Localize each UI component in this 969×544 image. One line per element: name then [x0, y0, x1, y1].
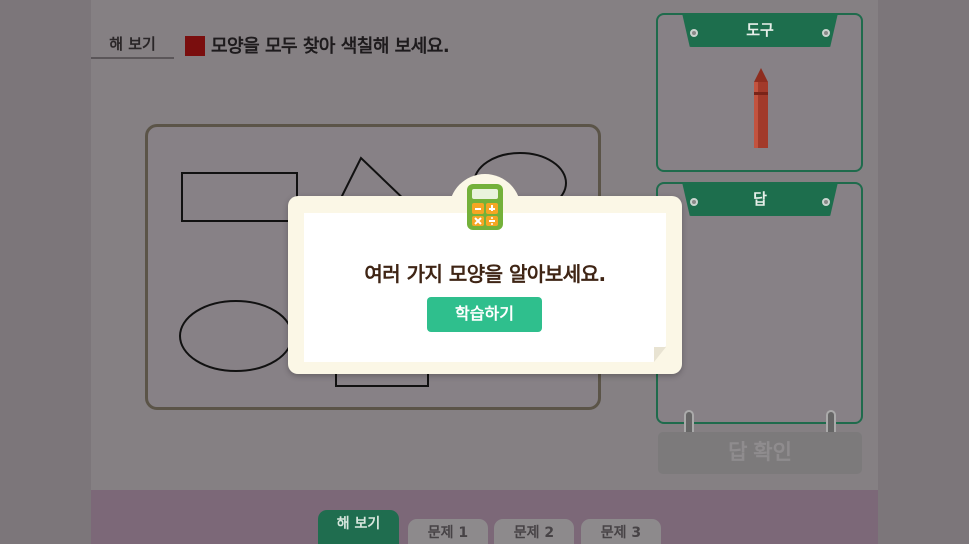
pin-dot-icon — [822, 198, 830, 206]
activity-header: 해 보기 모양을 모두 찾아 색칠해 보세요. — [91, 30, 491, 62]
start-learning-button[interactable]: 학습하기 — [427, 297, 542, 332]
pin-dot-icon — [822, 29, 830, 37]
footer-nav: 해 보기 문제 1 문제 2 문제 3 — [91, 490, 878, 544]
tab-try-it[interactable]: 해 보기 — [318, 510, 399, 544]
tools-panel-tab: 도구 — [682, 13, 838, 47]
activity-tag: 해 보기 — [91, 30, 174, 59]
modal-message: 여러 가지 모양을 알아보세요. — [364, 262, 606, 286]
tools-panel: 도구 — [656, 13, 863, 172]
intro-modal: 여러 가지 모양을 알아보세요. 학습하기 — [288, 174, 682, 374]
instruction-text: 모양을 모두 찾아 색칠해 보세요. — [211, 36, 450, 57]
ellipse-shape[interactable] — [179, 300, 293, 372]
tools-panel-label: 도구 — [746, 21, 774, 39]
right-gutter — [878, 0, 969, 544]
tab-problem-3[interactable]: 문제 3 — [581, 519, 661, 544]
answer-panel-label: 답 — [753, 190, 767, 208]
pin-dot-icon — [690, 198, 698, 206]
tab-problem-2[interactable]: 문제 2 — [494, 519, 574, 544]
rectangle-shape[interactable] — [181, 172, 298, 222]
calculator-icon — [467, 184, 503, 230]
crayon-icon[interactable] — [751, 68, 771, 150]
answer-panel-tab: 답 — [682, 182, 838, 216]
left-gutter — [0, 0, 91, 544]
tab-problem-1[interactable]: 문제 1 — [408, 519, 488, 544]
check-answer-button[interactable]: 답 확인 — [658, 432, 862, 474]
answer-panel: 답 — [656, 182, 863, 444]
modal-page-fold — [654, 347, 666, 362]
pin-dot-icon — [690, 29, 698, 37]
modal-paper — [304, 213, 666, 362]
target-color-swatch — [185, 36, 205, 56]
